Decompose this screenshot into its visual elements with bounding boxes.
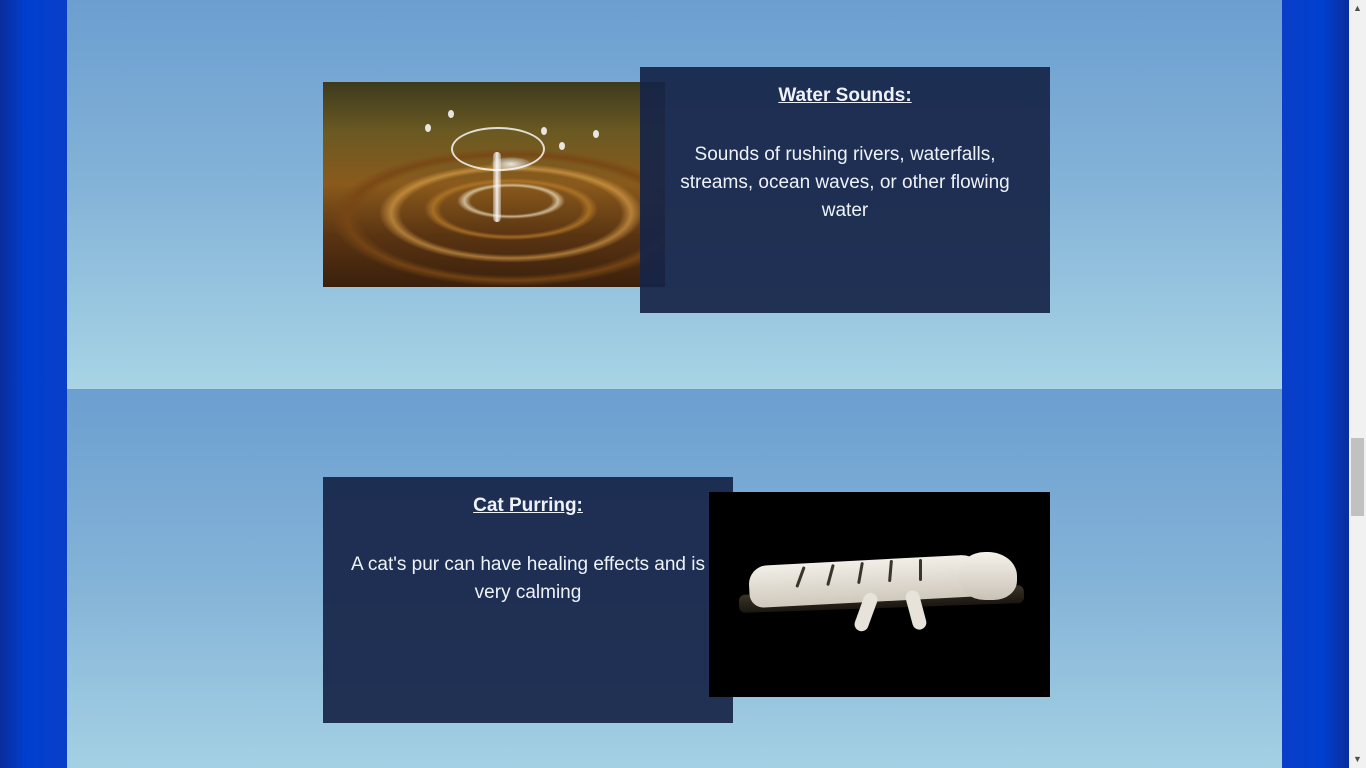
water-drop-image — [323, 82, 665, 287]
scroll-up-arrow-icon[interactable]: ▲ — [1349, 0, 1366, 17]
left-page-margin — [0, 0, 67, 768]
cat-purring-section: Cat Purring: A cat's pur can have healin… — [67, 389, 1282, 768]
water-droplet — [448, 110, 454, 118]
tiger-head — [959, 552, 1017, 600]
water-droplet — [425, 124, 431, 132]
scrollbar-thumb[interactable] — [1351, 438, 1364, 516]
water-sounds-section: Water Sounds: Sounds of rushing rivers, … — [67, 0, 1282, 389]
water-droplet — [559, 142, 565, 150]
vertical-scrollbar[interactable]: ▲ ▼ — [1349, 0, 1366, 768]
scroll-down-arrow-icon[interactable]: ▼ — [1349, 751, 1366, 768]
card-description: A cat's pur can have healing effects and… — [351, 554, 705, 603]
water-sounds-card: Water Sounds: Sounds of rushing rivers, … — [640, 67, 1050, 313]
white-tiger-image — [709, 492, 1050, 697]
splash-stem — [493, 152, 501, 222]
tiger-stripe — [919, 559, 922, 581]
right-page-margin — [1282, 0, 1349, 768]
water-droplet — [541, 127, 547, 135]
cat-purring-card: Cat Purring: A cat's pur can have healin… — [323, 477, 733, 723]
main-content: Water Sounds: Sounds of rushing rivers, … — [67, 0, 1282, 768]
card-description: Sounds of rushing rivers, waterfalls, st… — [680, 144, 1010, 221]
water-droplet — [593, 130, 599, 138]
card-title: Water Sounds: — [778, 85, 912, 106]
card-title: Cat Purring: — [473, 495, 583, 516]
